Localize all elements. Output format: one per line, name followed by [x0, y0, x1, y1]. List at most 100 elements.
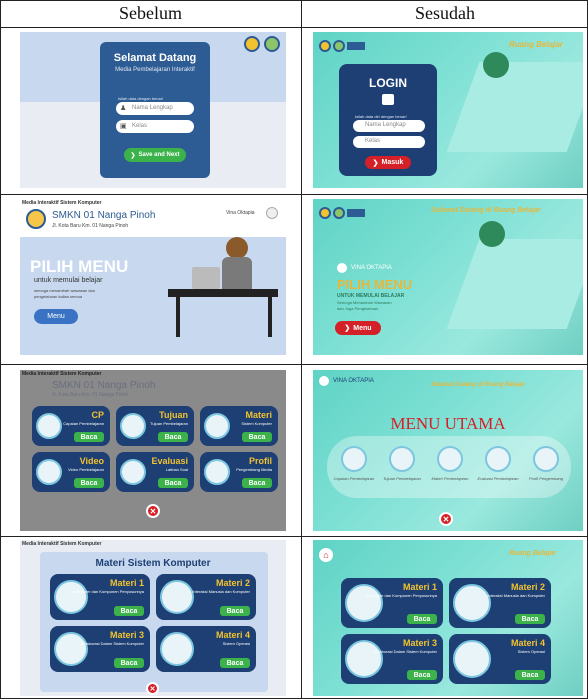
- read-button[interactable]: Baca: [114, 606, 144, 616]
- book-icon: [453, 584, 491, 622]
- menu-item-label: Tujuan Pembelajaran: [383, 476, 421, 481]
- menu-card: Profil Pengembang Media Baca: [200, 452, 278, 492]
- school-logo-icon: [319, 40, 331, 52]
- book-icon: [36, 413, 62, 439]
- book-icon: [120, 413, 146, 439]
- menu-card: Materi 4 Sistem Operasi Baca: [449, 634, 551, 684]
- menu-card: Materi 3 Kolaborasi Dalam Sistem Komputer…: [50, 626, 150, 672]
- materi-heading: Materi Sistem Komputer: [95, 558, 211, 569]
- row-divider: [0, 364, 588, 365]
- menu-card: Materi Sistem Komputer Baca: [200, 406, 278, 446]
- menu-heading: PILIH MENU: [337, 277, 413, 292]
- login-title: Selamat Datang: [113, 52, 197, 64]
- read-button[interactable]: Baca: [220, 658, 250, 668]
- read-button[interactable]: Baca: [242, 478, 272, 488]
- brand-mini-logo: [347, 209, 365, 217]
- menu-desc-2: pengetahuan kalian semua: [34, 294, 83, 299]
- menu-desc-1: semoga menambah wawasan dan: [34, 288, 95, 293]
- card-desc: Interaksi Manusia dan Komputer: [192, 589, 250, 594]
- menu-card: Tujuan Tujuan Pembelajaran Baca: [116, 406, 194, 446]
- card-desc: Sistem Komputer: [241, 421, 272, 426]
- close-button[interactable]: ✕: [439, 512, 453, 526]
- institution-logo-icon: [333, 40, 345, 52]
- menu-item-icon[interactable]: [389, 446, 415, 472]
- user-name: Vina Oktapia: [226, 210, 255, 216]
- menu-card: Materi 4 Sistem Operasi Baca: [156, 626, 256, 672]
- read-button[interactable]: Baca: [114, 658, 144, 668]
- read-button[interactable]: Baca: [515, 614, 545, 624]
- menu-card: Materi 1 Komputer dan Komponen Penyusunny…: [341, 578, 443, 628]
- before-menu-screen: Media Interaktif Sistem Komputer SMKN 01…: [20, 199, 286, 355]
- read-button[interactable]: Baca: [220, 606, 250, 616]
- school-address: Jl. Kota Baru Km. 01 Nanga Pinoh: [52, 392, 129, 398]
- book-icon: [204, 459, 230, 485]
- save-and-next-button[interactable]: ❯ Save and Next: [124, 148, 186, 162]
- card-title: Evaluasi: [151, 456, 188, 466]
- login-card: Selamat Datang Media Pembelajaran Intera…: [100, 42, 210, 178]
- read-button[interactable]: Baca: [74, 478, 104, 488]
- read-button[interactable]: Baca: [407, 614, 437, 624]
- class-icon: ▣: [120, 123, 127, 130]
- close-button[interactable]: ✕: [146, 504, 160, 518]
- menu-item-icon[interactable]: [533, 446, 559, 472]
- class-placeholder: Kelas: [132, 123, 148, 129]
- read-button[interactable]: Baca: [158, 432, 188, 442]
- menu-button[interactable]: ❯ Menu: [335, 321, 381, 335]
- row-divider: [0, 194, 588, 195]
- class-placeholder: Kelas: [365, 138, 381, 144]
- school-logo-icon: [319, 207, 331, 219]
- card-title: Tujuan: [159, 410, 188, 420]
- laptop-decoration: [446, 239, 583, 329]
- lock-icon: [382, 94, 394, 105]
- read-button[interactable]: Baca: [242, 432, 272, 442]
- menu-item-icon[interactable]: [341, 446, 367, 472]
- class-field[interactable]: Kelas: [353, 136, 425, 148]
- card-title: Materi 1: [402, 582, 437, 592]
- card-title: Materi 2: [510, 582, 545, 592]
- computer-monitor-icon: [192, 267, 220, 289]
- login-instruction: Isilah data diri dengan benar!: [355, 114, 407, 119]
- class-field[interactable]: ▣ Kelas: [116, 120, 194, 133]
- read-button[interactable]: Baca: [407, 670, 437, 680]
- menu-card: Materi 2 Interaksi Manusia dan Komputer Ba…: [156, 574, 256, 620]
- after-login-screen: Ruang Belajar LOGIN Isilah data diri den…: [313, 32, 583, 188]
- book-icon: [453, 640, 491, 678]
- menu-button[interactable]: Menu: [34, 309, 78, 324]
- close-button[interactable]: ✕: [146, 682, 159, 695]
- book-icon: [204, 413, 230, 439]
- name-field[interactable]: ♟ Nama Lengkap: [116, 102, 194, 115]
- desk-illustration: [168, 289, 278, 297]
- arrow-right-icon: ❯: [372, 159, 379, 167]
- card-title: Materi 4: [510, 638, 545, 648]
- card-title: Materi 2: [215, 578, 250, 588]
- name-field[interactable]: Nama Lengkap: [353, 120, 425, 132]
- read-button[interactable]: Baca: [158, 478, 188, 488]
- user-avatar-icon: [266, 207, 278, 219]
- user-name: VINA OKTAPIA: [351, 265, 392, 271]
- before-materi-screen: Media Interaktif Sistem Komputer Materi …: [20, 540, 286, 696]
- menu-item-label: Materi Pembelajaran: [431, 476, 469, 481]
- menu-desc-1: Semoga Menambah Wawasan: [337, 300, 392, 305]
- column-divider: [301, 0, 302, 699]
- card-title: Materi: [245, 410, 272, 420]
- menu-item-icon[interactable]: [437, 446, 463, 472]
- laptop-decoration: [446, 62, 583, 152]
- menu-item-icon[interactable]: [485, 446, 511, 472]
- menu-desc-2: dan Juga Pengetahuan: [337, 306, 379, 311]
- name-placeholder: Nama Lengkap: [132, 105, 173, 111]
- card-desc: Komputer dan Komponen Penyusunnya: [366, 593, 437, 598]
- app-title: Media Interaktif Sistem Komputer: [22, 371, 102, 377]
- home-icon[interactable]: ⌂: [319, 548, 333, 562]
- card-desc: Tujuan Pembelajaran: [150, 421, 188, 426]
- menu-card: Materi 1 Komputer dan Komponen Penyusunny…: [50, 574, 150, 620]
- login-card: LOGIN Isilah data diri dengan benar! Nam…: [339, 64, 437, 176]
- arrow-right-icon: ❯: [344, 325, 351, 332]
- read-button[interactable]: Baca: [515, 670, 545, 680]
- masuk-button[interactable]: ❯ Masuk: [365, 156, 411, 169]
- card-desc: Kolaborasi Dalam Sistem Komputer: [373, 649, 437, 654]
- book-icon: [345, 640, 383, 678]
- read-button[interactable]: Baca: [74, 432, 104, 442]
- teacher-body: [222, 257, 252, 289]
- card-title: CP: [91, 410, 104, 420]
- after-main-menu-screen: VINA OKTAPIA Selamat Datang di Ruang Bel…: [313, 370, 583, 531]
